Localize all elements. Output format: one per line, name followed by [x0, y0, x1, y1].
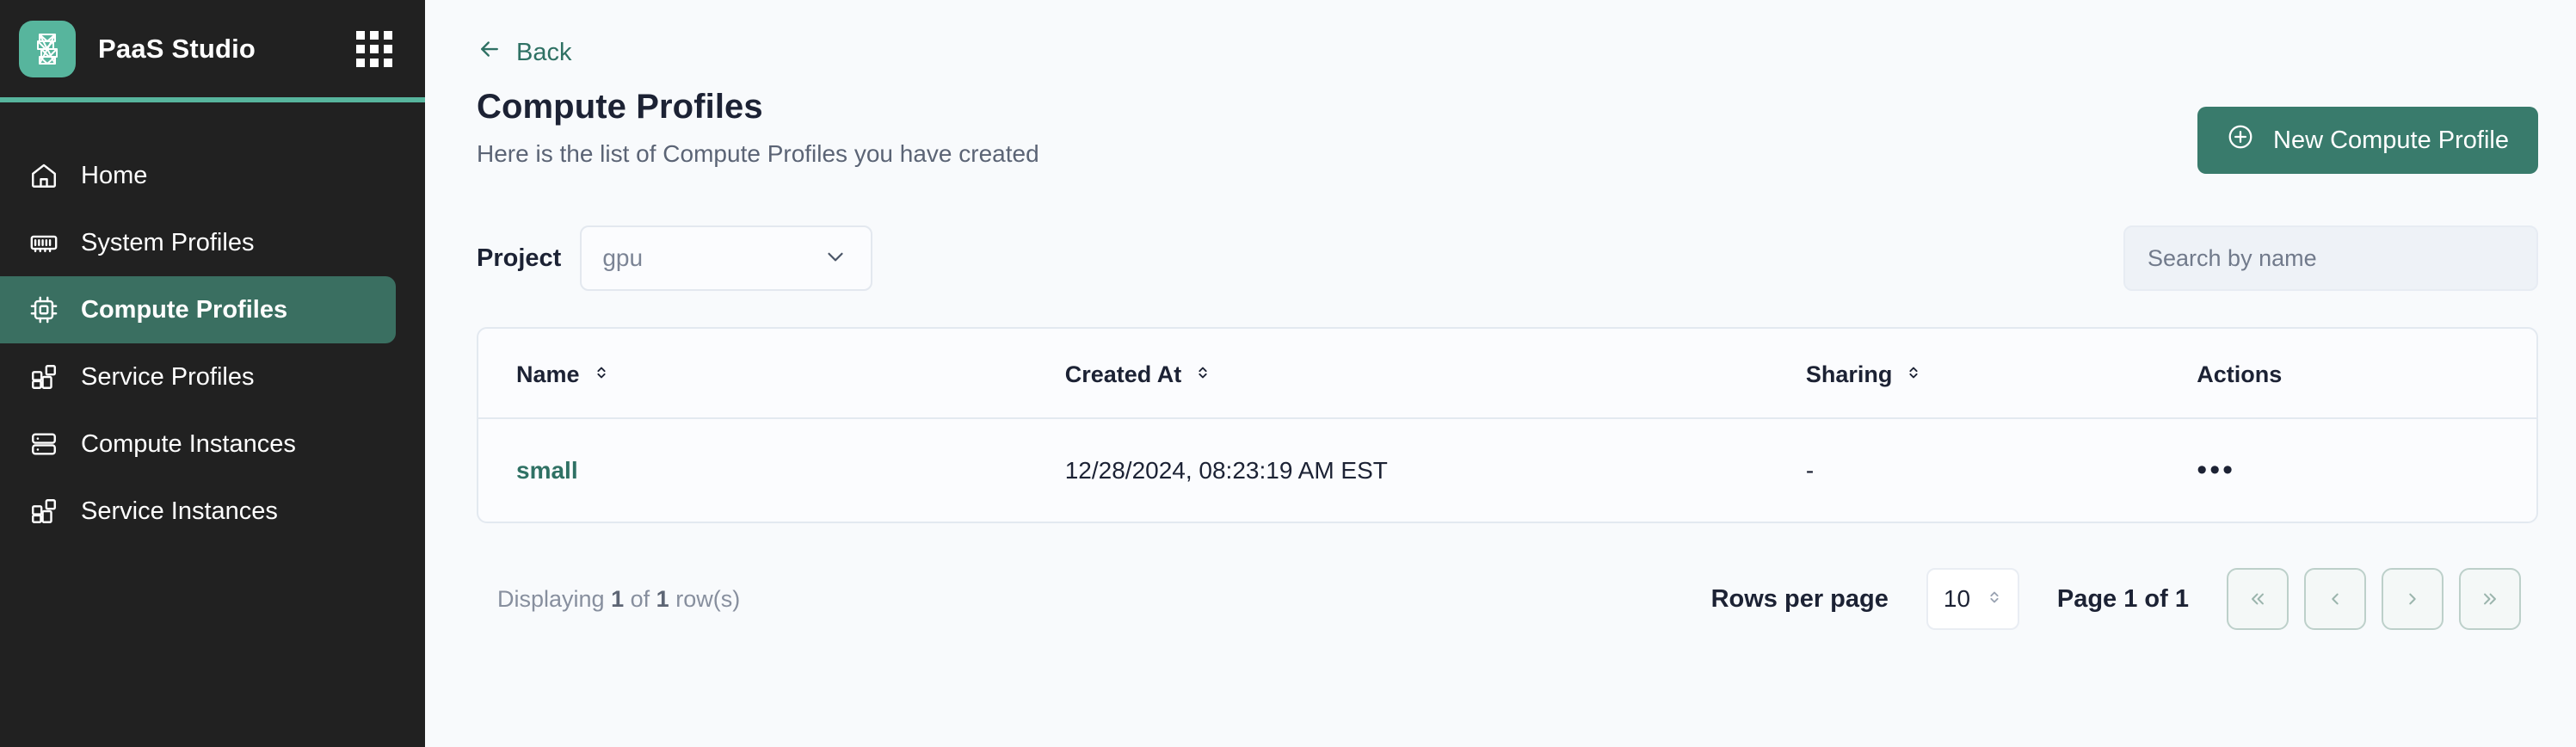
displaying-middle: of — [630, 585, 650, 612]
sidebar-item-home[interactable]: Home — [0, 142, 396, 209]
project-filter: Project gpu — [477, 225, 873, 291]
memory-chip-icon — [26, 225, 62, 261]
search-input[interactable] — [2123, 225, 2538, 291]
table-head: Name Created At Sharing Actions — [478, 329, 2536, 419]
sort-chevrons-icon[interactable] — [1904, 361, 1923, 388]
cell-actions: ••• — [2197, 418, 2536, 522]
sidebar-nav: Home System Profiles Compute Profiles Se… — [0, 102, 425, 545]
page-subtitle: Here is the list of Compute Profiles you… — [477, 140, 1039, 167]
compute-profiles-table: Name Created At Sharing Actions small 12… — [478, 329, 2536, 522]
sidebar-item-label: Compute Profiles — [81, 295, 288, 324]
rows-per-page-label: Rows per page — [1710, 584, 1889, 613]
column-header-name[interactable]: Name — [478, 329, 1065, 419]
sidebar-item-service-profiles[interactable]: Service Profiles — [0, 343, 396, 411]
new-compute-profile-label: New Compute Profile — [2273, 126, 2509, 154]
column-label: Sharing — [1805, 361, 1893, 387]
arrow-left-icon — [477, 36, 502, 69]
ellipsis-icon[interactable]: ••• — [2197, 454, 2235, 486]
first-page-button[interactable] — [2227, 568, 2289, 630]
chevron-left-icon — [2332, 593, 2339, 605]
column-label: Created At — [1064, 361, 1182, 387]
page-title: Compute Profiles — [477, 88, 763, 126]
project-label: Project — [477, 244, 562, 272]
column-header-sharing[interactable]: Sharing — [1805, 329, 2197, 419]
table-body: small 12/28/2024, 08:23:19 AM EST - ••• — [478, 418, 2536, 522]
sidebar-item-label: Compute Instances — [81, 429, 296, 458]
sidebar-item-label: Service Profiles — [81, 362, 255, 391]
back-label: Back — [516, 38, 572, 66]
column-label: Actions — [2197, 361, 2283, 387]
chevron-down-icon — [823, 244, 848, 274]
next-page-button[interactable] — [2382, 568, 2444, 630]
page-heading-group: Compute Profiles Here is the list of Com… — [477, 88, 1039, 168]
brand-title: PaaS Studio — [98, 33, 256, 64]
previous-page-button[interactable] — [2304, 568, 2366, 630]
blocks-icon — [26, 493, 62, 529]
brand-header: PaaS Studio — [0, 0, 425, 97]
displaying-count: 1 — [611, 585, 625, 612]
sidebar-item-compute-instances[interactable]: Compute Instances — [0, 411, 396, 478]
project-select-value: gpu — [602, 244, 644, 271]
rows-per-page-value: 10 — [1943, 585, 1971, 612]
rows-per-page-select[interactable]: 10 — [1926, 568, 2019, 630]
new-compute-profile-button[interactable]: New Compute Profile — [2197, 107, 2538, 174]
sort-chevrons-icon[interactable] — [592, 361, 611, 388]
table-row: small 12/28/2024, 08:23:19 AM EST - ••• — [478, 418, 2536, 522]
page-indicator: Page 1 of 1 — [2056, 584, 2189, 613]
sidebar-item-compute-profiles[interactable]: Compute Profiles — [0, 276, 396, 343]
filter-bar: Project gpu — [477, 225, 2538, 291]
app-root: PaaS Studio Home System Profiles Compute… — [0, 0, 2576, 747]
project-select[interactable]: gpu — [580, 225, 873, 291]
displaying-prefix: Displaying — [497, 585, 605, 612]
back-button[interactable]: Back — [477, 36, 571, 69]
chevrons-right-icon — [2484, 593, 2496, 605]
blocks-icon — [26, 359, 62, 395]
profile-name-link[interactable]: small — [516, 457, 578, 484]
column-header-created-at[interactable]: Created At — [1064, 329, 1806, 419]
cell-sharing: - — [1805, 456, 1815, 484]
server-stack-icon — [26, 426, 62, 462]
sidebar: PaaS Studio Home System Profiles Compute… — [0, 0, 425, 747]
displaying-total: 1 — [656, 585, 669, 612]
sort-chevrons-icon — [1985, 588, 2004, 611]
sidebar-item-label: Home — [81, 161, 148, 189]
page-header: Compute Profiles Here is the list of Com… — [477, 88, 2538, 174]
cell-created-at: 12/28/2024, 08:23:19 AM EST — [1064, 456, 1388, 484]
displaying-suffix: row(s) — [675, 585, 741, 612]
compute-profiles-table-card: Name Created At Sharing Actions small 12… — [477, 327, 2538, 523]
chevrons-left-icon — [2252, 593, 2264, 605]
pagination-controls: Rows per page 10 Page 1 of 1 — [1711, 568, 2521, 630]
cpu-icon — [26, 292, 62, 328]
mesh-logo-icon — [19, 20, 76, 77]
sidebar-item-service-instances[interactable]: Service Instances — [0, 478, 396, 545]
cell-name: small — [478, 418, 1065, 522]
main-content: Back Compute Profiles Here is the list o… — [425, 0, 2576, 747]
column-label: Name — [516, 361, 580, 387]
table-header-row: Name Created At Sharing Actions — [478, 329, 2536, 419]
chevron-right-icon — [2409, 593, 2416, 605]
pager-buttons — [2227, 568, 2521, 630]
sort-chevrons-icon[interactable] — [1193, 361, 1212, 388]
table-footer: Displaying 1 of 1 row(s) Rows per page 1… — [477, 568, 2538, 630]
home-icon — [26, 157, 62, 194]
column-header-actions: Actions — [2197, 329, 2536, 419]
displaying-status: Displaying 1 of 1 row(s) — [497, 586, 740, 613]
last-page-button[interactable] — [2459, 568, 2521, 630]
sidebar-item-label: Service Instances — [81, 497, 278, 525]
apps-grid-icon[interactable] — [356, 30, 392, 67]
sidebar-item-label: System Profiles — [81, 228, 255, 256]
plus-circle-icon — [2227, 123, 2254, 157]
sidebar-item-system-profiles[interactable]: System Profiles — [0, 209, 396, 276]
